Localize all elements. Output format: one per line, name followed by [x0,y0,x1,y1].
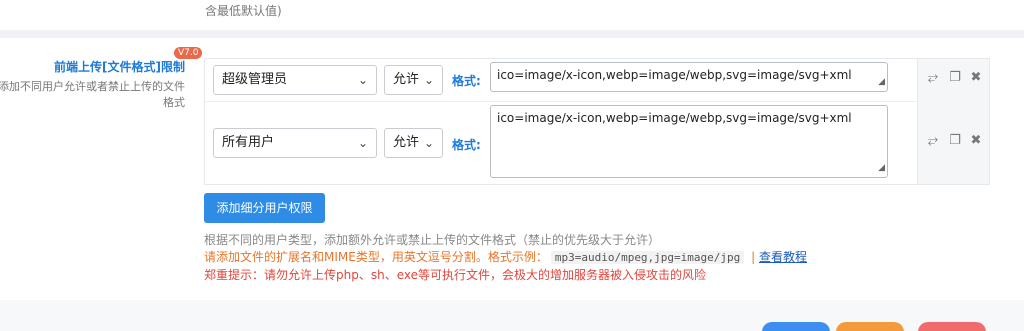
bottom-button-orange[interactable] [836,322,904,331]
top-strip: 含最低默认值) [0,0,1024,30]
top-note: 含最低默认值) [205,4,282,18]
permission-select[interactable]: 允许 ⌄ [384,65,443,95]
security-warning: 郑重提示：请勿允许上传php、sh、exe等可执行文件，会极大的增加服务器被入侵… [204,268,706,282]
bottom-button-red[interactable] [918,322,986,331]
resize-handle-icon[interactable]: ◢ [878,160,885,176]
copy-icon[interactable]: ❐ [948,70,962,85]
format-textarea-value: ico=image/x-icon,webp=image/webp,svg=ima… [497,111,852,125]
chevron-down-icon: ⌄ [357,73,368,87]
section-description: 添加不同用户允许或者禁止上传的文件格式 [0,80,185,109]
format-textarea[interactable]: ico=image/x-icon,webp=image/webp,svg=ima… [490,62,888,92]
separator-band [0,30,1024,38]
close-icon[interactable]: ✖ [969,70,983,85]
permission-select-value: 允许 [393,72,420,87]
chevron-down-icon: ⌄ [357,136,368,150]
role-select[interactable]: 超级管理员 ⌄ [213,65,377,95]
close-icon[interactable]: ✖ [969,133,983,148]
resize-handle-icon[interactable]: ◢ [878,74,885,90]
format-textarea[interactable]: ico=image/x-icon,webp=image/webp,svg=ima… [490,105,888,178]
row-actions: ⥂ ❐ ✖ ⥂ ❐ ✖ [917,59,989,184]
format-label: 格式: [452,138,481,152]
format-textarea-value: ico=image/x-icon,webp=image/webp,svg=ima… [497,68,852,82]
expand-icon[interactable]: ⥂ [926,70,940,85]
format-hint-text: 请添加文件的扩展名和MIME类型，用英文逗号分割。格式示例： [204,250,548,264]
tutorial-link[interactable]: 查看教程 [759,250,807,264]
version-badge: V7.0 [174,47,203,59]
format-label: 格式: [452,74,481,88]
rule-row: 所有用户 ⌄ 允许 ⌄ 格式: ico=image/x-icon,webp=im… [205,102,917,184]
chevron-down-icon: ⌄ [423,136,434,150]
rules-box: 超级管理员 ⌄ 允许 ⌄ 格式: ico=image/x-icon,webp=i… [204,58,990,185]
role-select-value: 所有用户 [222,135,275,150]
bottom-button-blue[interactable] [762,322,830,331]
section-title: 前端上传[文件格式]限制 [54,60,185,74]
add-user-permission-button[interactable]: 添加细分用户权限 [204,193,325,223]
rule-row: 超级管理员 ⌄ 允许 ⌄ 格式: ico=image/x-icon,webp=i… [205,59,917,102]
role-select-value: 超级管理员 [222,72,288,87]
help-text: 根据不同的用户类型，添加额外允许或禁止上传的文件格式（禁止的优先级大于允许） [204,233,661,247]
permission-select-value: 允许 [393,135,420,150]
format-example-code: mp3=audio/mpeg,jpg=image/jpg [550,251,745,264]
permission-select[interactable]: 允许 ⌄ [384,128,443,158]
expand-icon[interactable]: ⥂ [926,133,940,148]
copy-icon[interactable]: ❐ [948,133,962,148]
role-select[interactable]: 所有用户 ⌄ [213,128,377,158]
chevron-down-icon: ⌄ [423,73,434,87]
format-hint: 请添加文件的扩展名和MIME类型，用英文逗号分割。格式示例： mp3=audio/… [204,248,807,265]
link-separator: | [751,250,756,264]
